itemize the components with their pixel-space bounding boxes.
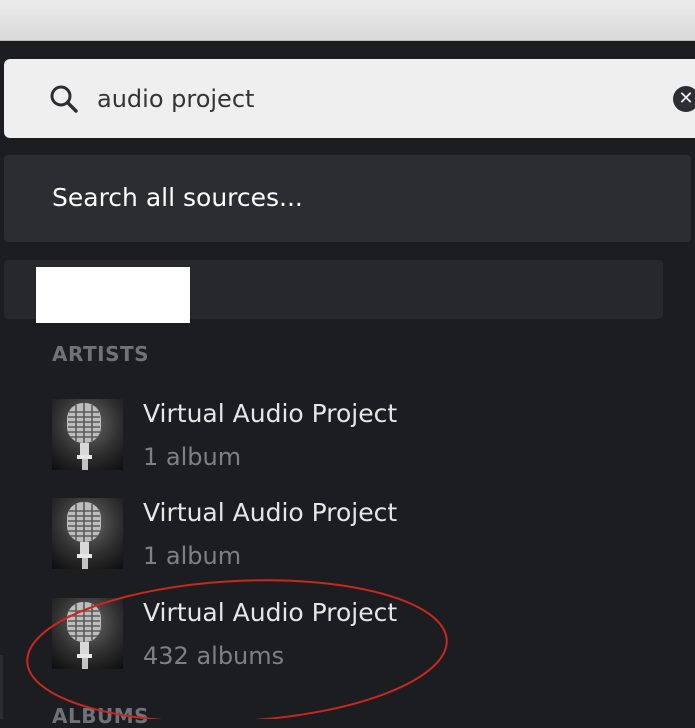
artist-result-row[interactable]: Virtual Audio Project 1 album	[52, 399, 652, 473]
search-all-sources-button[interactable]: Search all sources...	[4, 155, 691, 242]
artist-name: Virtual Audio Project	[143, 498, 398, 527]
artist-name: Virtual Audio Project	[143, 598, 398, 627]
microphone-icon	[52, 498, 123, 569]
artist-album-count: 1 album	[143, 542, 242, 570]
artist-album-count: 432 albums	[143, 642, 285, 670]
artist-name: Virtual Audio Project	[143, 399, 398, 428]
selected-tab[interactable]	[36, 267, 190, 323]
microphone-icon	[52, 399, 123, 470]
search-all-sources-label: Search all sources...	[52, 183, 303, 212]
search-input[interactable]	[97, 81, 637, 117]
artist-result-row[interactable]: Virtual Audio Project 1 album	[52, 498, 652, 572]
clear-search-icon[interactable]: ✕	[673, 86, 695, 112]
albums-section-header: ALBUMS	[52, 704, 150, 728]
artist-result-row[interactable]: Virtual Audio Project 432 albums	[52, 598, 652, 672]
scroll-edge	[0, 655, 3, 719]
search-icon	[50, 85, 78, 113]
search-box[interactable]: ✕	[4, 59, 695, 138]
artist-album-count: 1 album	[143, 443, 242, 471]
artists-section-header: ARTISTS	[52, 342, 150, 366]
microphone-icon	[52, 598, 123, 669]
window-title-bar	[0, 0, 695, 41]
result-tabs	[4, 260, 663, 323]
